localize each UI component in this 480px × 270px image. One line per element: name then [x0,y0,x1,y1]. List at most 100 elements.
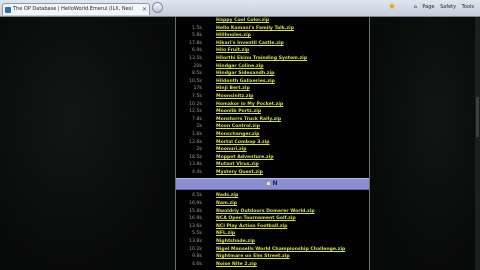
file-row: 12.6k Mortal Combop 3.zip [176,139,369,147]
file-link[interactable]: Hindgar Coline.zip [216,63,264,71]
close-tab-icon[interactable]: ✕ [142,4,147,15]
file-link[interactable]: Nigel Mansells World Championship Challe… [216,246,345,254]
file-row: 13.6k NCI Play Action Football.zip [176,223,369,231]
file-row: 4.6k Noise Nite 2.zip [176,261,369,269]
file-size: 4.4k [192,169,202,175]
section-marker-icon [267,182,271,186]
favicon-icon [5,7,11,13]
back-button[interactable] [152,2,163,13]
file-link[interactable]: Hilo Fruit.zip [216,47,249,55]
file-link[interactable]: Nads.zip [216,192,238,200]
file-link[interactable]: Nwoldriy Outdoors Domerer World.zip [216,208,315,216]
file-size: 13.8k [189,239,202,245]
file-link[interactable]: Hildonth Galixeries.zip [216,78,275,86]
file-row: Happy Cool Color.zip [176,17,369,25]
file-row: 6.9k Hilo Fruit.zip [176,47,369,55]
file-link[interactable]: NCA Open Tournament Golf.zip [216,215,296,223]
file-row: 12.5k Moonlib Portz.zip [176,108,369,116]
file-link[interactable]: Hilorthi Ekino Trainding System.zip [216,55,307,63]
file-size: 2k [196,147,202,153]
file-link[interactable]: Monschanger.zip [216,131,259,139]
file-link[interactable]: Moon Control.zip [216,123,260,131]
file-list-group: Happy Cool Color.zip 1.5k Hello Kamani's F… [176,17,369,176]
page-scrollbar[interactable] [475,17,480,270]
file-link[interactable]: Nightshade.zip [216,238,255,246]
file-size: 5.8k [192,33,202,39]
section-letter: N [272,180,278,188]
menu-page[interactable]: Page [422,4,434,10]
file-link[interactable]: Hello Kamani's Family Talk.zip [216,25,294,33]
file-size: 2k [196,124,202,130]
file-row: 7.5k Moonsinitz.zip [176,93,369,101]
file-link[interactable]: Nam.zip [216,200,237,208]
file-size: 12.5k [189,109,202,115]
menu-safety[interactable]: Safety [440,4,456,10]
file-link[interactable]: Hindgar Sidesandh.zip [216,70,274,78]
file-row: 4.4k Mystery Quest.zip [176,169,369,177]
file-row: 10.2k Homakor in My Pocket.zip [176,101,369,109]
file-size: 8.5k [192,71,202,77]
file-size: 13.5k [189,55,202,61]
command-bar: ⌂ Page Safety Tools [410,4,474,10]
file-size: 5.5k [192,231,202,237]
file-size: 12.6k [189,139,202,145]
file-row: 13.5k Hilorthi Ekino Trainding System.zip [176,55,369,63]
file-size: 13.8k [189,162,202,168]
file-link[interactable]: Mystery Quest.zip [216,169,263,177]
file-row: 2k Moonuri.zip [176,146,369,154]
file-link[interactable]: Moonlib Portz.zip [216,108,261,116]
home-icon[interactable]: ⌂ [414,4,417,10]
file-size: 17k [193,86,202,92]
file-size: 10.2k [189,246,202,252]
file-link[interactable]: Hillhnoles.zip [216,32,251,40]
menu-tools[interactable]: Tools [462,4,474,10]
file-list-group: 4.5k Nads.zip 16.9k Nam.zip 15.8k Nwoldriy Ou… [176,192,369,268]
file-row: 2k Moon Control.zip [176,123,369,131]
file-size: 10.5k [189,78,202,84]
file-row: 9.8k Nightmare on Elm Street.zip [176,253,369,261]
file-listing: Happy Cool Color.zip 1.5k Hello Kamani's F… [175,17,370,270]
file-link[interactable]: Moppet Adventure.zip [216,154,274,162]
file-link[interactable]: Moonsinitz.zip [216,93,253,101]
file-row: 17.8k Hikari's Inventil Castle.zip [176,40,369,48]
file-link[interactable]: NFL.zip [216,230,235,238]
file-size: 20k [193,63,202,69]
file-size: 7.5k [192,93,202,99]
file-size: 4.6k [192,261,202,267]
favorites-star-icon[interactable]: ★ [388,3,396,12]
file-link[interactable]: Happy Cool Color.zip [216,17,269,25]
file-link[interactable]: Hinji Bert.zip [216,85,250,93]
file-size: 13.6k [189,223,202,229]
file-row: 4.5k Nads.zip [176,192,369,200]
file-link[interactable]: Monstorrs Truck Rally.zip [216,116,281,124]
browser-tab[interactable]: The OP Database | HelloWorld.Emerul (ILX… [2,3,150,15]
file-size: 18.5k [189,154,202,160]
file-size: 7.8k [192,116,202,122]
page-background-right [370,17,480,270]
file-row: 16.9k NCA Open Tournament Golf.zip [176,215,369,223]
file-row: 5.5k NFL.zip [176,230,369,238]
file-row: 16.9k Nam.zip [176,200,369,208]
file-link[interactable]: Nightmare on Elm Street.zip [216,253,290,261]
file-row: 18.5k Moppet Adventure.zip [176,154,369,162]
file-link[interactable]: NCI Play Action Football.zip [216,223,287,231]
file-size: 6.9k [192,48,202,54]
file-link[interactable]: Mortal Combop 3.zip [216,139,270,147]
file-row: 10.2k Nigel Mansells World Championship C… [176,246,369,254]
file-size: 1.6k [192,131,202,137]
file-link[interactable]: Homakor in My Pocket.zip [216,101,283,109]
file-row: 8.5k Hindgar Sidesandh.zip [176,70,369,78]
file-row: 13.8k Nightshade.zip [176,238,369,246]
file-size: 4.5k [192,193,202,199]
file-link[interactable]: Noise Nite 2.zip [216,261,257,269]
file-size: 16.9k [189,201,202,207]
file-link[interactable]: Mutant Virus.zip [216,161,259,169]
file-size: 15.8k [189,208,202,214]
file-row: 20k Hindgar Coline.zip [176,63,369,71]
file-row: 7.8k Monstorrs Truck Rally.zip [176,116,369,124]
file-size: 17.8k [189,40,202,46]
scrollbar-thumb[interactable] [476,97,479,137]
file-size: 10.2k [189,101,202,107]
file-link[interactable]: Hikari's Inventil Castle.zip [216,40,284,48]
file-link[interactable]: Moonuri.zip [216,146,247,154]
